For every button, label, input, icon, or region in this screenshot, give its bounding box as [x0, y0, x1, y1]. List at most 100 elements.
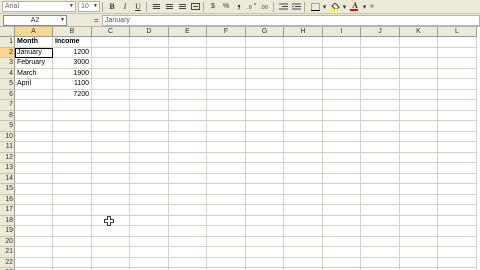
cell-h18[interactable]: [284, 215, 323, 226]
cell-i3[interactable]: [323, 58, 361, 69]
cell-f10[interactable]: [207, 131, 246, 142]
cell-c17[interactable]: [92, 205, 130, 216]
cell-l16[interactable]: [438, 194, 477, 205]
cell-d3[interactable]: [130, 58, 169, 69]
cell-g19[interactable]: [246, 226, 284, 237]
cell-e16[interactable]: [169, 194, 207, 205]
cell-a19[interactable]: [15, 226, 53, 237]
cell-i14[interactable]: [323, 173, 361, 184]
cell-d7[interactable]: [130, 100, 169, 111]
cell-a17[interactable]: [15, 205, 53, 216]
cell-a18[interactable]: [15, 215, 53, 226]
cell-j4[interactable]: [361, 68, 400, 79]
cell-k21[interactable]: [400, 247, 438, 258]
cell-g18[interactable]: [246, 215, 284, 226]
cell-i6[interactable]: [323, 89, 361, 100]
cell-g7[interactable]: [246, 100, 284, 111]
cell-i21[interactable]: [323, 247, 361, 258]
cell-j6[interactable]: [361, 89, 400, 100]
cell-h16[interactable]: [284, 194, 323, 205]
cell-i22[interactable]: [323, 257, 361, 268]
row-header-4[interactable]: 4: [0, 68, 15, 79]
name-box[interactable]: A2 ▼: [3, 15, 67, 26]
cell-l2[interactable]: [438, 47, 477, 58]
cell-b14[interactable]: [53, 173, 92, 184]
cell-b21[interactable]: [53, 247, 92, 258]
cell-b7[interactable]: [53, 100, 92, 111]
cell-i16[interactable]: [323, 194, 361, 205]
cell-d2[interactable]: [130, 47, 169, 58]
cell-g4[interactable]: [246, 68, 284, 79]
cell-e12[interactable]: [169, 152, 207, 163]
currency-button[interactable]: $: [207, 1, 219, 12]
cell-a22[interactable]: [15, 257, 53, 268]
fill-color-button[interactable]: [328, 1, 342, 12]
cell-l18[interactable]: [438, 215, 477, 226]
row-header-13[interactable]: 13: [0, 163, 15, 174]
cell-j9[interactable]: [361, 121, 400, 132]
cell-k9[interactable]: [400, 121, 438, 132]
cell-d21[interactable]: [130, 247, 169, 258]
cell-g6[interactable]: [246, 89, 284, 100]
cell-b3[interactable]: 3000: [53, 58, 92, 69]
bold-button[interactable]: B: [106, 1, 118, 12]
cell-a4[interactable]: March: [15, 68, 53, 79]
cell-d16[interactable]: [130, 194, 169, 205]
cell-l4[interactable]: [438, 68, 477, 79]
cell-g14[interactable]: [246, 173, 284, 184]
cell-l20[interactable]: [438, 236, 477, 247]
cell-i8[interactable]: [323, 110, 361, 121]
cell-h14[interactable]: [284, 173, 323, 184]
cell-c6[interactable]: [92, 89, 130, 100]
cell-f5[interactable]: [207, 79, 246, 90]
cell-j19[interactable]: [361, 226, 400, 237]
cell-d13[interactable]: [130, 163, 169, 174]
cell-f20[interactable]: [207, 236, 246, 247]
cell-a3[interactable]: February: [15, 58, 53, 69]
cell-l13[interactable]: [438, 163, 477, 174]
cell-l14[interactable]: [438, 173, 477, 184]
cell-c19[interactable]: [92, 226, 130, 237]
cell-a12[interactable]: [15, 152, 53, 163]
cell-b10[interactable]: [53, 131, 92, 142]
cell-e18[interactable]: [169, 215, 207, 226]
cell-l8[interactable]: [438, 110, 477, 121]
cell-e22[interactable]: [169, 257, 207, 268]
column-header-e[interactable]: E: [169, 27, 207, 37]
percent-button[interactable]: %: [220, 1, 232, 12]
cell-e6[interactable]: [169, 89, 207, 100]
cell-d8[interactable]: [130, 110, 169, 121]
cell-c9[interactable]: [92, 121, 130, 132]
cell-h8[interactable]: [284, 110, 323, 121]
cell-l19[interactable]: [438, 226, 477, 237]
cell-c8[interactable]: [92, 110, 130, 121]
cell-k4[interactable]: [400, 68, 438, 79]
cell-k2[interactable]: [400, 47, 438, 58]
cell-j22[interactable]: [361, 257, 400, 268]
cell-h3[interactable]: [284, 58, 323, 69]
cell-i17[interactable]: [323, 205, 361, 216]
cell-b22[interactable]: [53, 257, 92, 268]
cell-k16[interactable]: [400, 194, 438, 205]
align-center-button[interactable]: [163, 1, 175, 12]
cell-g15[interactable]: [246, 184, 284, 195]
cell-c12[interactable]: [92, 152, 130, 163]
cell-a10[interactable]: [15, 131, 53, 142]
cell-f19[interactable]: [207, 226, 246, 237]
cell-f6[interactable]: [207, 89, 246, 100]
cell-a11[interactable]: [15, 142, 53, 153]
row-header-16[interactable]: 16: [0, 194, 15, 205]
row-header-14[interactable]: 14: [0, 173, 15, 184]
cell-d6[interactable]: [130, 89, 169, 100]
cell-a8[interactable]: [15, 110, 53, 121]
cell-f22[interactable]: [207, 257, 246, 268]
cell-h22[interactable]: [284, 257, 323, 268]
cell-g13[interactable]: [246, 163, 284, 174]
underline-button[interactable]: U: [132, 1, 144, 12]
chevron-down-icon[interactable]: ▾: [322, 1, 327, 12]
select-all-corner[interactable]: [0, 27, 15, 37]
cell-h5[interactable]: [284, 79, 323, 90]
cell-k15[interactable]: [400, 184, 438, 195]
cell-i5[interactable]: [323, 79, 361, 90]
cell-g8[interactable]: [246, 110, 284, 121]
